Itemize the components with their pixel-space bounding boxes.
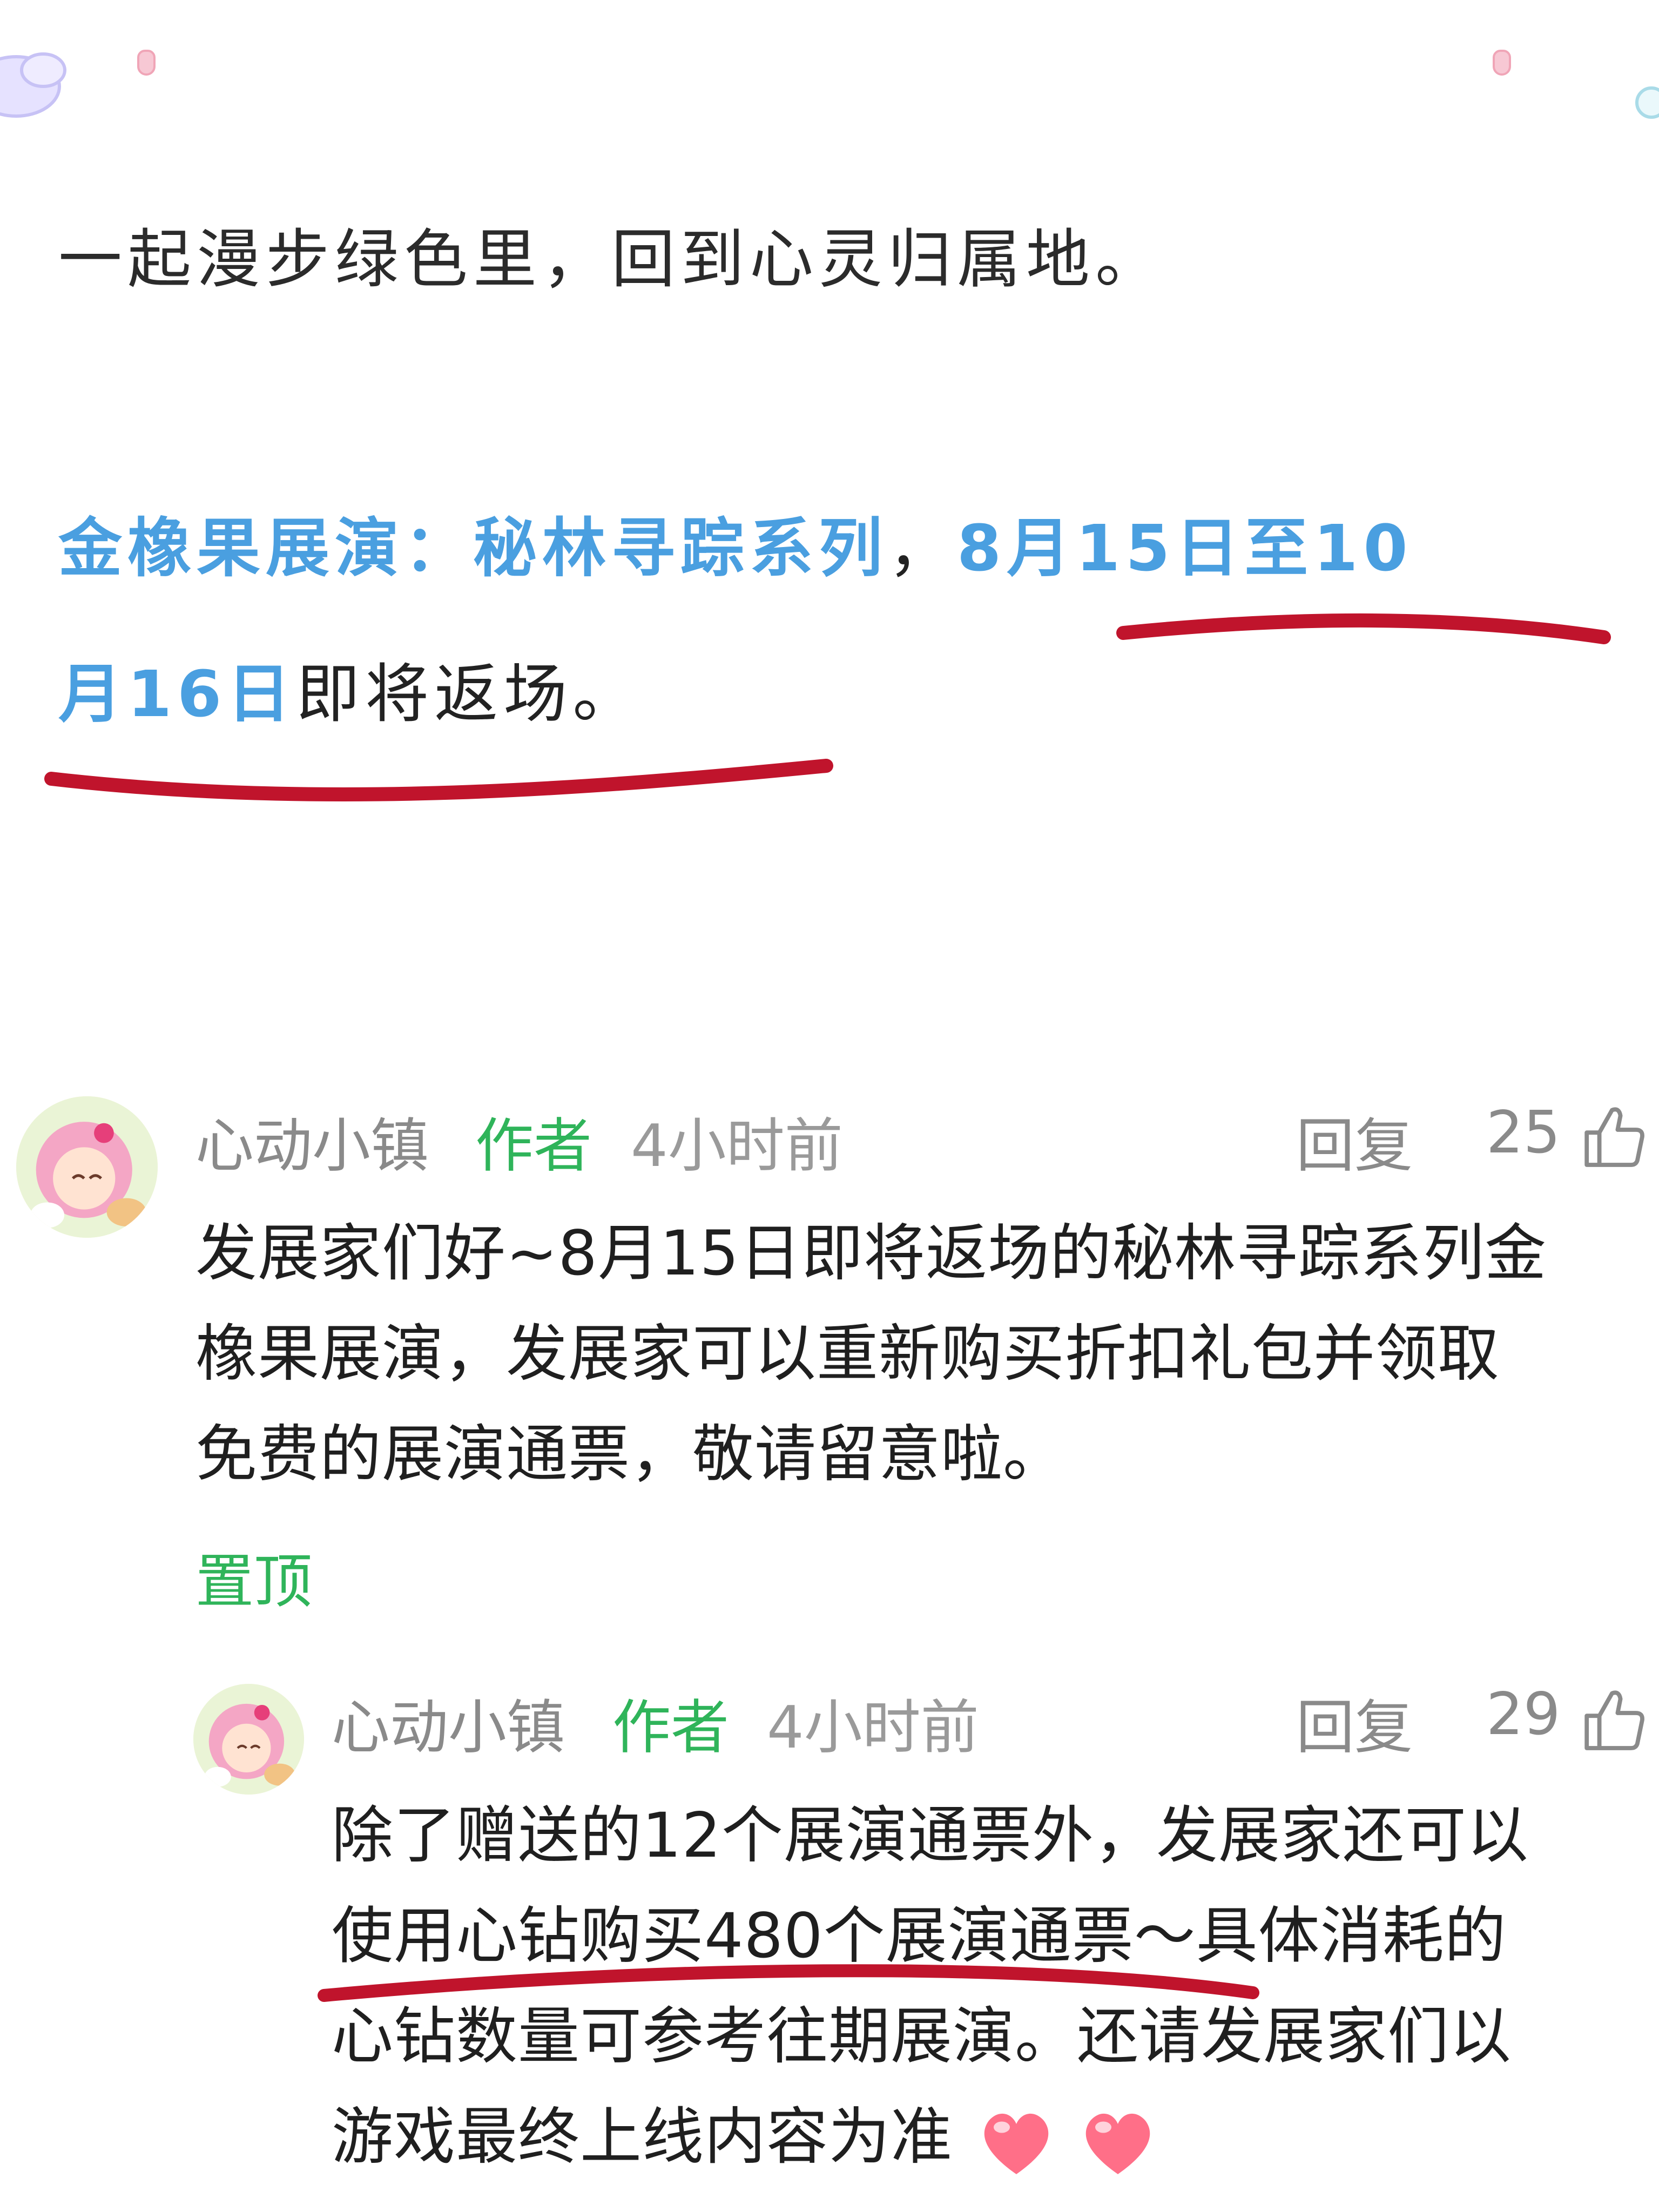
- event-date-start: 8月15日至10: [957, 511, 1413, 585]
- post-text-line-1: 一起漫步绿色里，回到心灵归属地。: [58, 222, 1165, 296]
- pinned-label: 置顶: [195, 1548, 313, 1616]
- reply-button[interactable]: 回复: [1296, 1681, 1413, 1765]
- comment-time: 4小时前: [631, 1112, 843, 1180]
- return-text: 即将返场。: [296, 657, 642, 731]
- avatar[interactable]: [16, 1096, 158, 1238]
- comment-author-name[interactable]: 心动小镇: [195, 1099, 429, 1183]
- comment-text-line: 除了赠送的12个展演通票外，发展家还可以: [332, 1799, 1529, 1871]
- heart-icon: [984, 2114, 1049, 2175]
- like-count: 29: [1486, 1681, 1561, 1748]
- avatar-girl-icon: [16, 1096, 158, 1238]
- avatar-girl-icon: [193, 1684, 304, 1795]
- underline-date-1: [1116, 613, 1611, 644]
- post-text-line-3: 月16日即将返场。: [58, 648, 642, 740]
- drop-decoration-right: [1493, 50, 1511, 76]
- author-badge: 作者: [475, 1112, 592, 1180]
- bubble-decoration: [1635, 86, 1659, 119]
- thumbs-up-icon[interactable]: [1577, 1685, 1647, 1755]
- like-count: 25: [1486, 1099, 1561, 1166]
- comment-text-line: 免费的展演通票，敬请留意啦。: [195, 1418, 1065, 1490]
- cloud-decoration: [0, 52, 66, 118]
- heart-icon: [1085, 2114, 1150, 2175]
- comment-time: 4小时前: [767, 1694, 979, 1762]
- event-title: 金橡果展演：秘林寻踪系列: [58, 511, 888, 585]
- comment-text: 游戏最终上线内容为准: [332, 2101, 953, 2173]
- comment-text-line: 使用心钻购买480个展演通票～具体消耗的: [332, 1900, 1507, 1972]
- avatar[interactable]: [193, 1684, 304, 1795]
- post-text-line-2: 金橡果展演：秘林寻踪系列，8月15日至10: [58, 502, 1413, 594]
- separator: ，: [888, 511, 957, 585]
- reply-button[interactable]: 回复: [1296, 1099, 1413, 1183]
- comment-text-line: 发展家们好~8月15日即将返场的秘林寻踪系列金: [195, 1217, 1547, 1289]
- comment-author-name[interactable]: 心动小镇: [332, 1681, 565, 1765]
- underline-date-2: [44, 759, 833, 802]
- drop-decoration-left: [137, 50, 156, 76]
- thumbs-up-icon[interactable]: [1577, 1102, 1647, 1172]
- comment-text-line: 心钻数量可参考往期展演。还请发展家们以: [332, 2000, 1512, 2072]
- event-date-end: 月16日: [58, 657, 296, 731]
- comment-text-line: 橡果展演，发展家可以重新购买折扣礼包并领取: [195, 1318, 1500, 1390]
- author-badge: 作者: [612, 1694, 730, 1762]
- comment-text-line-last: 游戏最终上线内容为准: [332, 2087, 1158, 2187]
